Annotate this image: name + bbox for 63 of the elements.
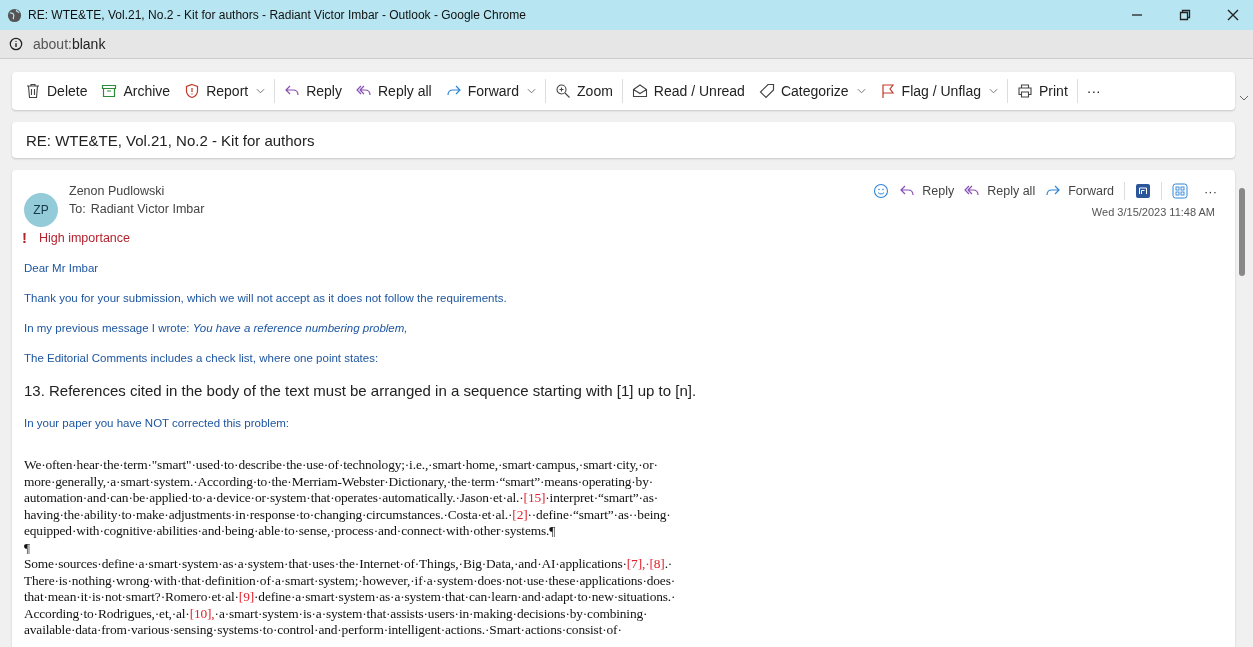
toolbar-button[interactable]: Print: [1010, 79, 1075, 103]
body-paragraph: Thank you for your submission, which we will not accept as it does not follow the requirements.: [24, 292, 508, 304]
tag-icon: [758, 83, 775, 99]
toolbar-button[interactable]: Zoom: [548, 79, 620, 103]
chevron-icon: [856, 88, 866, 94]
shield-icon: [184, 83, 201, 99]
toolbar-button[interactable]: Read / Unread: [624, 79, 752, 103]
document-line: ¶: [24, 539, 31, 556]
document-line: that·mean·it·is·not·smart?·Romero·et·al·[9]·define·a·smart·system·as·a·system·that·can·learn·and·adapt·to·new·situations.·: [24, 589, 677, 606]
printer-icon: [1017, 83, 1033, 99]
importance-mark: !: [22, 229, 27, 246]
body-paragraph: The Editorial Comments includes a check list, where one point states:: [24, 352, 380, 364]
body-paragraph: Dear Mr Imbar: [24, 262, 100, 274]
chevron-icon: [527, 88, 537, 94]
body-paragraph: In my previous message I wrote: You have a reference numbering problem,: [24, 322, 409, 334]
toolbar-button[interactable]: Reply all: [349, 79, 439, 103]
close-icon[interactable]: [1227, 9, 1239, 21]
document-line: automation·and·can·be·applied·to·a·device·or·system·that·operates·automatically.·Jason·et·al.·[15]·interpret·“smart”·as·: [24, 490, 659, 507]
importance-label: High importance: [39, 230, 130, 245]
document-line: We·often·hear·the·term·"smart"·used·to·describe·the·use·of·technology;·i.e.,·smart·home,·smart·campus,·smart·city,·or·: [24, 457, 659, 474]
document-line: available·data·from·various·sensing·systems·to·control·and·perform·intelligent·actions.·Smart·actions·consist·of·: [24, 622, 623, 639]
body-paragraph: In your paper you have NOT corrected this problem:: [24, 417, 291, 429]
flag-icon: [879, 83, 896, 99]
globe-icon: [7, 7, 22, 23]
chevron-icon[interactable]: [1239, 95, 1249, 101]
sender-name: Zenon Pudlowski: [69, 184, 166, 198]
trash-icon: [25, 83, 41, 99]
chevron-icon: [256, 88, 266, 94]
toolbar-button[interactable]: Flag / Unflag: [872, 79, 1005, 103]
chevron-icon: [989, 88, 998, 94]
toolbar-button[interactable]: Delete: [18, 79, 95, 103]
zoom-icon: [555, 83, 572, 99]
app-icon[interactable]: [1135, 183, 1151, 199]
smiley-icon[interactable]: [873, 183, 890, 199]
document-line: Some·sources·define·a·smart·system·as·a·system·that·uses·the·Internet·of·Things,·Big·Data,·and·AI·applications·[7],·[8].·: [24, 556, 674, 573]
restore-icon[interactable]: [1179, 9, 1191, 21]
toolbar-button[interactable]: ···: [1079, 79, 1108, 103]
document-line: more·generally,·a·smart·system.·According·to·the·Merriam-Webster·Dictionary,·the·term·“smart”·means·operating·by·: [24, 473, 655, 490]
address-text[interactable]: about:blank: [33, 36, 106, 52]
info-icon[interactable]: [9, 37, 23, 51]
message-date: Wed 3/15/2023 11:48 AM: [1091, 206, 1216, 218]
recipient-name: Radiant Victor Imbar: [90, 202, 205, 216]
avatar: ZP: [24, 193, 58, 227]
document-line: having·the·ability·to·make·adjustments·in·response·to·changing·circumstances.·Costa·et·al.·[2]··define·“smart”·as··being·: [24, 506, 672, 523]
toolbar-button[interactable]: Forward: [438, 79, 544, 103]
more-button[interactable]: ···: [1198, 183, 1223, 199]
envelope-icon: [631, 83, 648, 99]
subject-text: RE: WTE&TE, Vol.21, No.2 - Kit for authors: [26, 131, 315, 149]
toolbar-button[interactable]: Categorize: [751, 79, 873, 103]
action-button[interactable]: Reply all: [964, 183, 1036, 199]
document-line: There·is·nothing·wrong·with·that·definition·of·a·smart·system;·however,·if·a·system·does·not·use·these·applications·does·: [24, 572, 676, 589]
toolbar-button[interactable]: Report: [177, 79, 273, 103]
to-label: To:: [69, 202, 86, 216]
action-button[interactable]: Forward: [1045, 183, 1114, 199]
window-title: RE: WTE&TE, Vol.21, No.2 - Kit for authors - Radiant Victor Imbar - Outlook - Google Chrome: [28, 8, 526, 22]
document-line: equipped·with·cognitive·abilities·and·being·able·to·sense,·process·and·connect·with·other·systems.¶: [24, 523, 557, 540]
archive-icon: [101, 83, 118, 99]
grid-icon[interactable]: [1172, 183, 1188, 199]
toolbar-button[interactable]: Archive: [94, 79, 178, 103]
document-line: According·to·Rodrigues,·et,·al·[10],·a·smart·system·is·a·system·that·assists·users·in·making·decisions·by·combining·: [24, 605, 649, 622]
toolbar-button[interactable]: Reply: [277, 79, 349, 103]
body-paragraph: 13. References cited in the body of the text must be arranged in a sequence starting with [1] up to [n].: [24, 382, 698, 399]
action-button[interactable]: Reply: [899, 183, 955, 199]
